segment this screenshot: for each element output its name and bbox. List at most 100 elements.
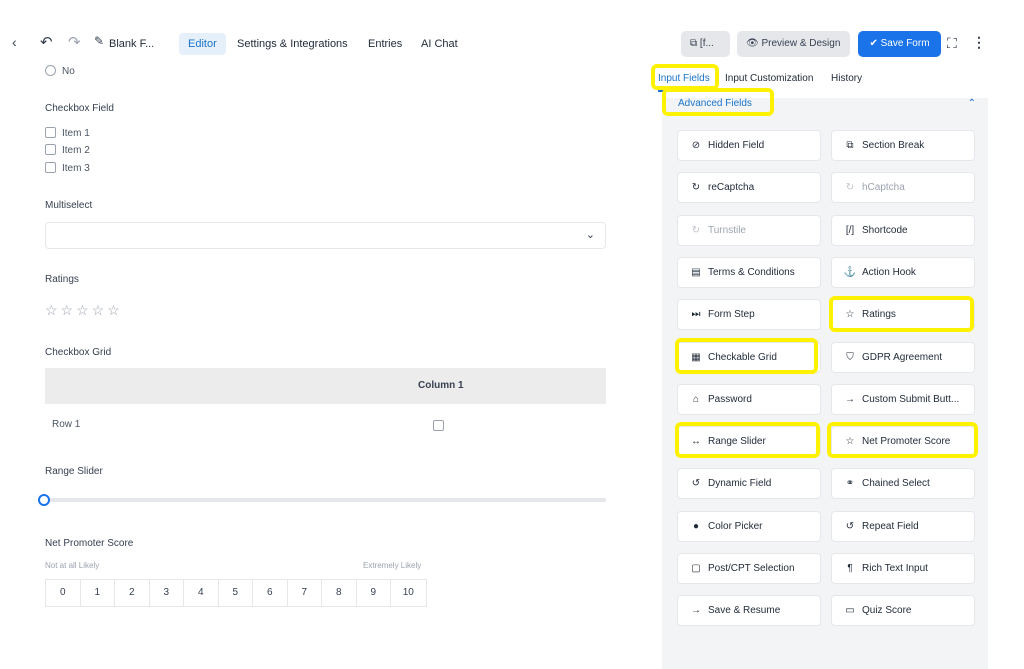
nps-option[interactable]: 7 [288,580,322,606]
field-card-label: Shortcode [862,224,908,236]
nps-option[interactable]: 9 [357,580,391,606]
active-tab-indicator [658,90,710,92]
field-card-hidden-field[interactable]: ⊘ Hidden Field [677,130,821,161]
tab-settings-integrations[interactable]: Settings & Integrations [228,33,357,55]
field-card-color-picker[interactable]: ● Color Picker [677,510,821,542]
droplet-icon: ● [692,520,700,532]
field-card-rich-text-input[interactable]: ¶ Rich Text Input [831,553,975,584]
field-card-net-promoter-score[interactable]: ☆ Net Promoter Score [831,426,975,458]
nps-option[interactable]: 8 [322,580,357,606]
field-card-custom-submit-butt[interactable]: → Custom Submit Butt... [831,383,975,415]
nps-option[interactable]: 2 [115,580,150,606]
checkbox-field-label: Checkbox Field [45,103,114,114]
field-card-quiz-score[interactable]: ▭ Quiz Score [831,595,975,627]
arrow-right-icon: → [691,605,701,617]
section-header[interactable]: Advanced Fields ⌃ [662,98,988,118]
field-card-chained-select[interactable]: ⚭ Chained Select [831,468,975,500]
pencil-icon[interactable]: ✎ [94,34,104,48]
rating-stars[interactable]: ☆☆☆☆☆ [45,302,123,319]
range-slider-track[interactable] [45,498,606,502]
field-card-label: Dynamic Field [708,478,772,490]
tab-entries[interactable]: Entries [359,33,411,55]
field-card-gdpr-agreement[interactable]: ⛉ GDPR Agreement [831,341,975,373]
field-card-recaptcha[interactable]: ↻ reCaptcha [677,172,821,204]
field-card-ratings[interactable]: ☆ Ratings [831,299,975,331]
field-card-label: reCaptcha [708,182,755,194]
field-card-hcaptcha[interactable]: ↻ hCaptcha [831,172,975,204]
checkbox-item-3[interactable] [45,162,56,173]
field-card-label: Custom Submit Butt... [862,393,960,405]
recaptcha-icon: ↻ [691,182,701,194]
radio-no[interactable] [45,65,56,76]
chevron-up-icon: ⌃ [967,98,976,109]
field-card-repeat-field[interactable]: ↺ Repeat Field [831,510,975,542]
tab-input-customization[interactable]: Input Customization [725,73,813,84]
field-card-save-resume[interactable]: → Save & Resume [677,595,821,627]
quiz-icon: ▭ [845,605,855,617]
multiselect-input[interactable]: ⌄ [45,222,606,249]
redo-icon[interactable]: ↷ [68,33,81,51]
checkbox-item-label: Item 2 [62,145,90,156]
range-slider-label: Range Slider [45,466,103,477]
tab-history[interactable]: History [831,73,862,84]
nps-option[interactable]: 0 [46,580,81,606]
checkbox-grid-header: Column 1 [45,368,606,404]
field-card-form-step[interactable]: ⏭ Form Step [677,299,821,331]
range-slider-thumb[interactable] [38,494,50,506]
form-title[interactable]: Blank F... [109,38,154,50]
checkbox-item-2[interactable] [45,144,56,155]
grid-icon: ▦ [691,351,701,363]
field-card-label: Save & Resume [708,605,781,617]
field-card-label: Chained Select [862,478,930,490]
nps-high-label: Extremely Likely [363,561,422,570]
field-card-dynamic-field[interactable]: ↺ Dynamic Field [677,468,821,500]
grid-checkbox[interactable] [433,420,444,431]
field-card-label: Checkable Grid [708,351,777,363]
nps-option[interactable]: 6 [253,580,288,606]
field-card-label: hCaptcha [862,182,905,194]
nps-label: Net Promoter Score [45,538,134,549]
nps-option[interactable]: 1 [81,580,115,606]
field-card-post-cpt-selection[interactable]: ▢ Post/CPT Selection [677,553,821,584]
ratings-label: Ratings [45,274,79,285]
eye-icon: 👁 [746,38,762,49]
checkbox-item-1[interactable] [45,127,56,138]
check-circle-icon: ✔ [869,38,881,49]
field-card-label: Form Step [708,309,755,321]
field-card-terms-conditions[interactable]: ▤ Terms & Conditions [677,256,821,288]
nps-option[interactable]: 3 [150,580,184,606]
field-card-turnstile[interactable]: ↻ Turnstile [677,214,821,246]
field-card-range-slider[interactable]: ↔ Range Slider [677,426,821,458]
preview-design-button[interactable]: 👁 Preview & Design [737,31,850,57]
tab-input-fields[interactable]: Input Fields [658,73,710,84]
field-card-section-break[interactable]: ⧉ Section Break [831,130,975,161]
advanced-fields-section: Advanced Fields ⌃ ⊘ Hidden Field ⧉ Section … [662,98,988,669]
link-icon: ⚭ [845,478,855,490]
star-icon: ☆ [845,436,855,448]
field-card-shortcode[interactable]: [/] Shortcode [831,214,975,246]
chevron-down-icon: ⌄ [585,229,595,241]
undo-icon[interactable]: ↶ [40,33,53,51]
tab-editor[interactable]: Editor [179,33,226,55]
field-card-label: Section Break [862,140,925,151]
hcaptcha-icon: ↻ [845,182,855,194]
field-card-password[interactable]: ⌂ Password [677,383,821,415]
nps-option[interactable]: 4 [184,580,219,606]
field-card-label: Post/CPT Selection [708,563,795,574]
tab-ai-chat[interactable]: AI Chat [412,33,467,55]
more-vertical-icon[interactable]: ⋮ [972,34,986,51]
puzzle-icon: ⧉ [846,140,854,151]
grid-column-header: Column 1 [418,380,464,391]
field-card-label: Rich Text Input [862,563,928,574]
eye-slash-icon: ⊘ [691,140,701,151]
field-card-label: Net Promoter Score [862,436,951,448]
field-card-checkable-grid[interactable]: ▦ Checkable Grid [677,341,821,373]
shortcode-button[interactable]: ⧉ [f... [681,31,730,57]
back-chevron-icon[interactable]: ‹ [12,34,17,50]
save-form-button[interactable]: ✔ Save Form [858,31,941,57]
nps-option[interactable]: 5 [219,580,253,606]
nps-option[interactable]: 10 [391,580,426,606]
field-card-action-hook[interactable]: ⚓ Action Hook [831,256,975,288]
paragraph-icon: ¶ [847,563,853,574]
fullscreen-icon[interactable]: ⛶ [947,35,957,52]
